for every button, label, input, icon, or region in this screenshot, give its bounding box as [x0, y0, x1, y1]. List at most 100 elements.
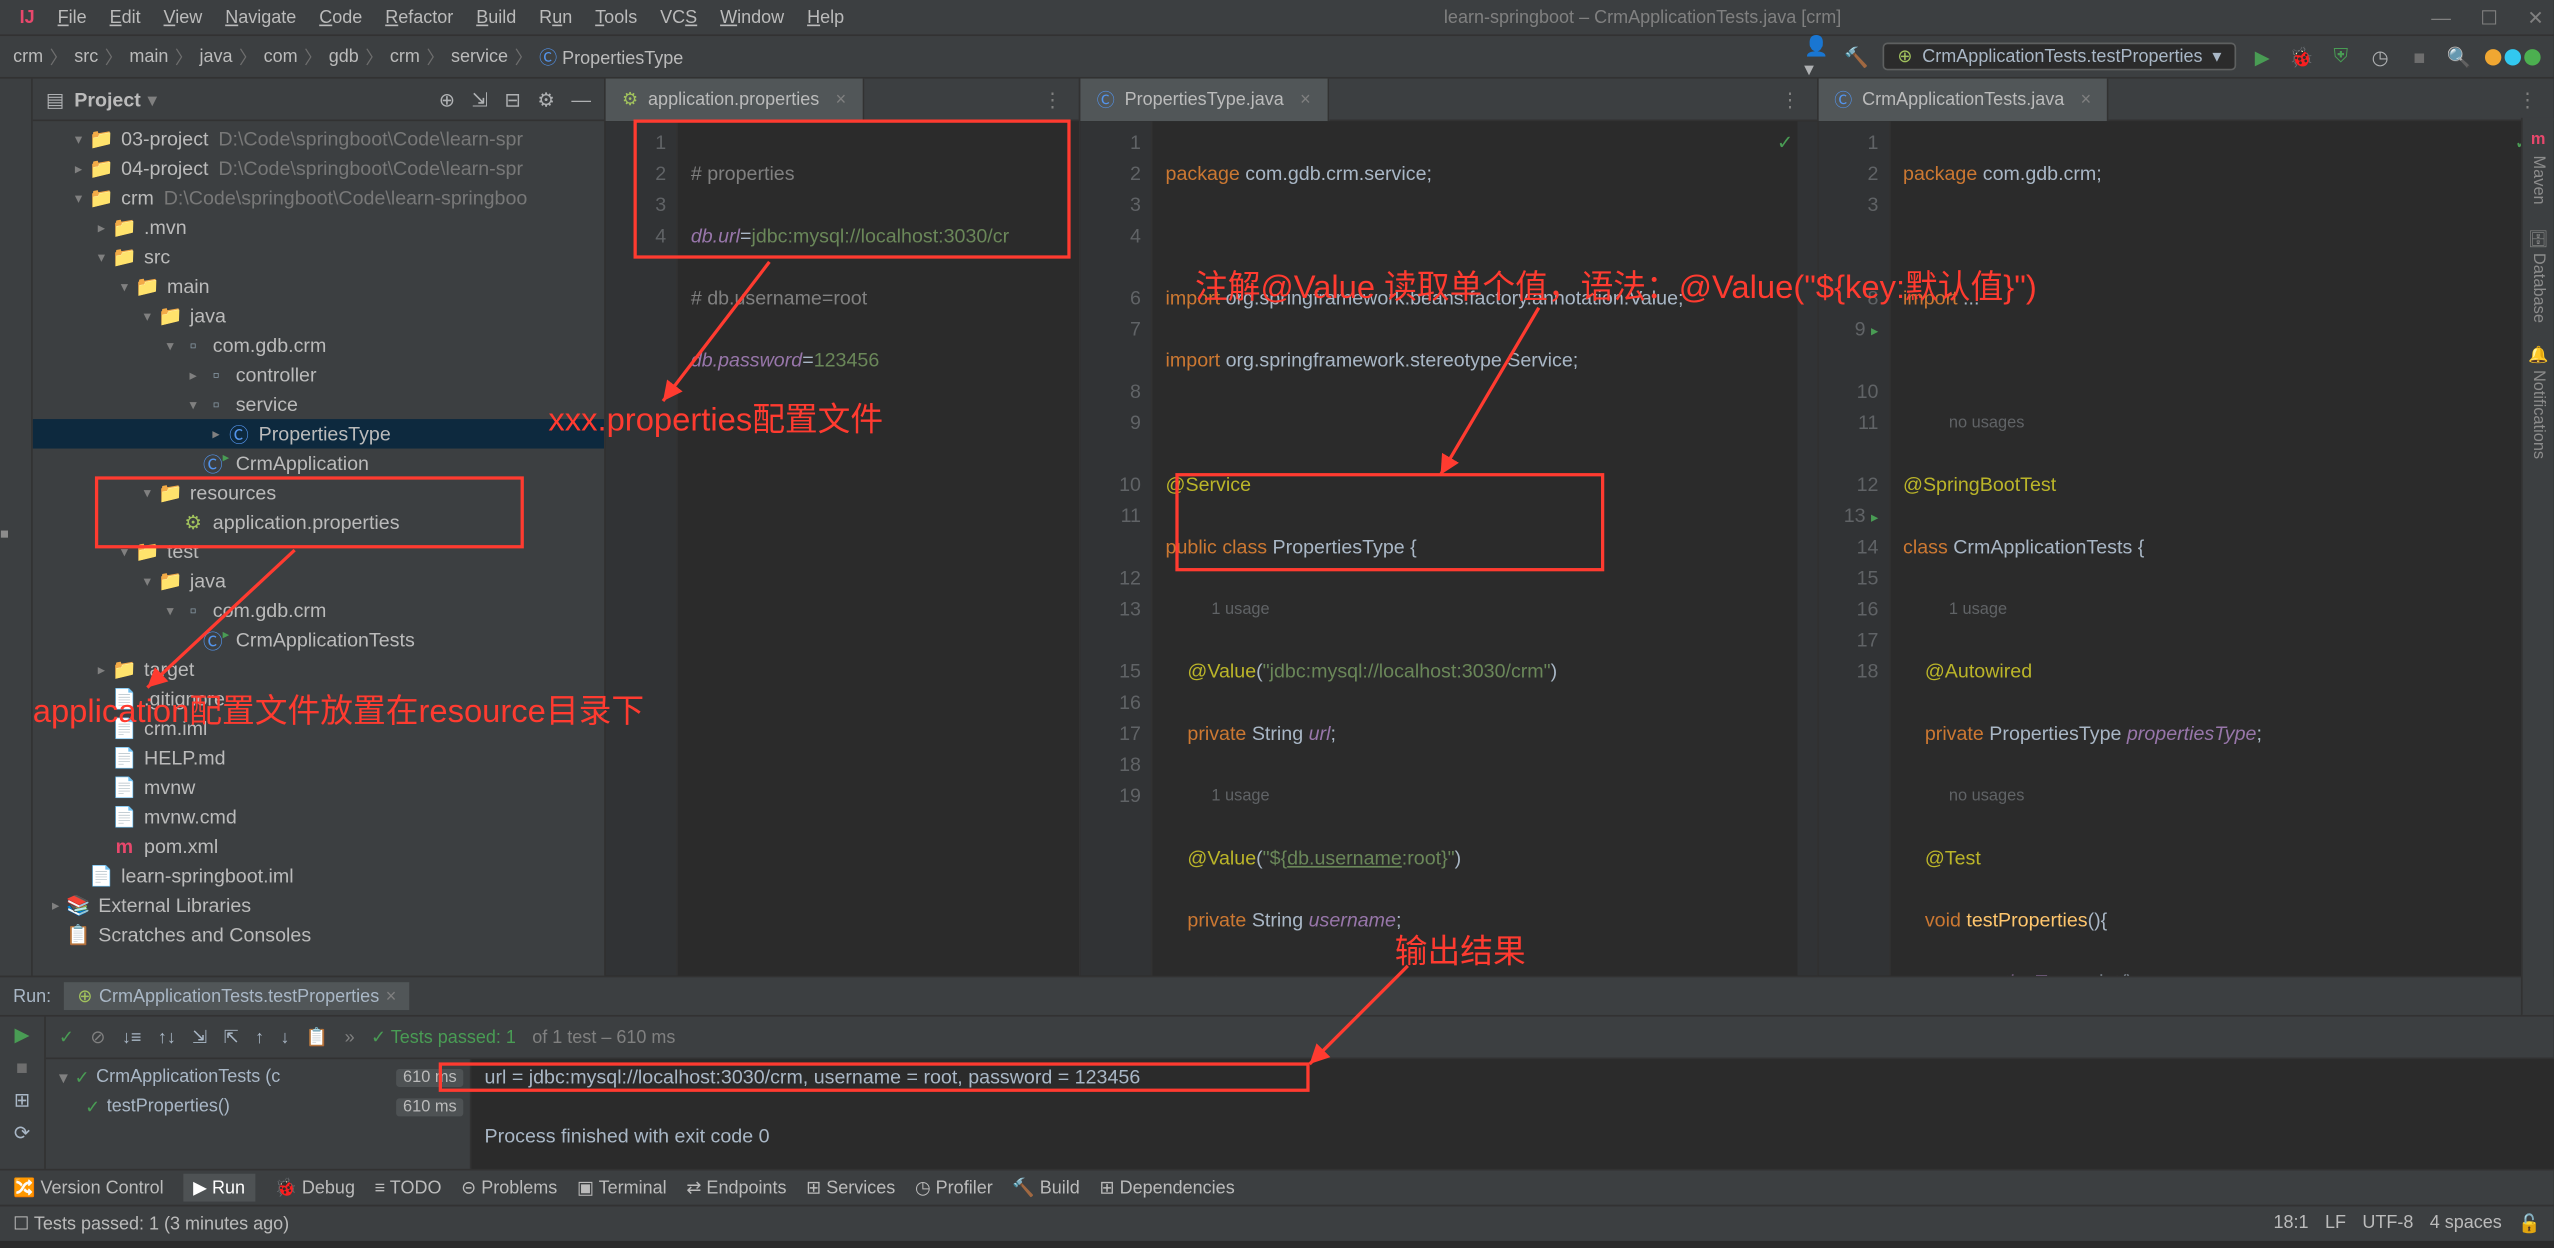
tree-row[interactable]: ▾📁java	[33, 301, 604, 330]
terminal-tab[interactable]: ▣ Terminal	[577, 1177, 667, 1198]
notifications-tool-button[interactable]: 🔔 Notifications	[2529, 346, 2547, 460]
collapse-all-icon[interactable]: ⊟	[504, 88, 520, 111]
debug-tab[interactable]: 🐞 Debug	[274, 1177, 354, 1198]
breadcrumb-item[interactable]: Ⓒ PropertiesType	[539, 43, 683, 69]
tree-row[interactable]: ▾📁java	[33, 566, 604, 595]
minimize-button[interactable]: —	[2431, 6, 2451, 29]
run-button[interactable]: ▶	[2249, 43, 2275, 69]
select-opened-icon[interactable]: ⊕	[439, 88, 455, 111]
collapse-icon[interactable]: ⇱	[224, 1026, 239, 1047]
tree-row[interactable]: ▾📁03-projectD:\Code\springboot\Code\lear…	[33, 124, 604, 153]
tree-row[interactable]: ▾📁resources	[33, 478, 604, 507]
tree-row[interactable]: ▾📁test	[33, 537, 604, 566]
test-tree-row[interactable]: ▾✓CrmApplicationTests (c610 ms	[52, 1062, 463, 1091]
profile-button[interactable]: ◷	[2367, 43, 2393, 69]
tree-row[interactable]: ▸▫controller	[33, 360, 604, 389]
tree-row[interactable]: 📄mvnw	[33, 773, 604, 802]
run-config-selector[interactable]: ⊕ CrmApplicationTests.testProperties ▾	[1883, 43, 2236, 71]
tree-row[interactable]: 📄.gitignore	[33, 684, 604, 713]
menu-window[interactable]: Window	[710, 4, 794, 30]
settings-icon[interactable]: ⚙	[537, 88, 555, 111]
code-with-me-icon[interactable]	[2485, 48, 2541, 64]
layout-icon[interactable]: ⊞	[14, 1089, 30, 1112]
user-icon[interactable]: 👤▾	[1804, 43, 1830, 69]
menu-navigate[interactable]: Navigate	[215, 4, 306, 30]
file-encoding[interactable]: UTF-8	[2362, 1213, 2413, 1234]
expand-icon[interactable]: ⇲	[192, 1026, 207, 1047]
tree-row[interactable]: 📄HELP.md	[33, 743, 604, 772]
tree-row[interactable]: 📋Scratches and Consoles	[33, 920, 604, 949]
pin-icon[interactable]: ⟳	[14, 1121, 30, 1144]
tab-menu-icon[interactable]: ⋮	[1764, 88, 1816, 111]
breadcrumb-item[interactable]: crm	[13, 47, 43, 67]
test-tree[interactable]: ▾✓CrmApplicationTests (c610 ms✓testPrope…	[46, 1059, 472, 1169]
sort-icon[interactable]: ↓≡	[122, 1027, 142, 1047]
tree-row[interactable]: ⚙application.properties	[33, 507, 604, 536]
tree-row[interactable]: 📄crm.iml	[33, 714, 604, 743]
run-tab-button[interactable]: ▶ Run	[183, 1174, 255, 1202]
test-fail-icon[interactable]: ⊘	[90, 1026, 105, 1047]
project-title[interactable]: Project	[74, 88, 141, 111]
tree-row[interactable]: ▾▫com.gdb.crm	[33, 596, 604, 625]
prev-icon[interactable]: ↑	[255, 1027, 264, 1047]
next-icon[interactable]: ↓	[280, 1027, 289, 1047]
editor-crmtests[interactable]: package com.gdb.crm; import ... no usage…	[1890, 121, 2534, 976]
menu-run[interactable]: Run	[529, 4, 582, 30]
project-tree[interactable]: ▾📁03-projectD:\Code\springboot\Code\lear…	[33, 121, 604, 976]
menu-code[interactable]: Code	[309, 4, 372, 30]
expand-all-icon[interactable]: ⇲	[472, 88, 488, 111]
problems-tab[interactable]: ⊝ Problems	[461, 1177, 557, 1198]
menu-build[interactable]: Build	[466, 4, 526, 30]
todo-tab[interactable]: ≡ TODO	[375, 1178, 442, 1198]
editor-propertiestype[interactable]: package com.gdb.crm.service; import org.…	[1152, 121, 1796, 976]
tree-row[interactable]: ▸📁.mvn	[33, 213, 604, 242]
tree-row[interactable]: Ⓒ▸CrmApplicationTests	[33, 625, 604, 654]
tab-menu-icon[interactable]: ⋮	[1026, 88, 1078, 111]
menu-vcs[interactable]: VCS	[650, 4, 707, 30]
tab-crmapplicationtests[interactable]: Ⓒ CrmApplicationTests.java ×	[1818, 78, 2109, 121]
breadcrumb-item[interactable]: gdb	[329, 47, 359, 67]
indent-info[interactable]: 4 spaces	[2430, 1213, 2502, 1234]
database-tool-button[interactable]: 🗄 Database	[2529, 228, 2547, 323]
close-button[interactable]: ✕	[2527, 6, 2543, 29]
tree-row[interactable]: ▸📁04-projectD:\Code\springboot\Code\lear…	[33, 154, 604, 183]
stop-button[interactable]: ■	[2406, 43, 2432, 69]
close-tab-icon[interactable]: ×	[1300, 89, 1311, 109]
hide-icon[interactable]: —	[571, 88, 591, 111]
search-icon[interactable]: 🔍	[2446, 43, 2472, 69]
dependencies-tab[interactable]: ⊞ Dependencies	[1099, 1177, 1234, 1198]
run-tab[interactable]: ⊕ CrmApplicationTests.testProperties ×	[64, 982, 409, 1010]
tree-row[interactable]: ▸ⒸPropertiesType	[33, 419, 604, 448]
maximize-button[interactable]: ☐	[2480, 6, 2498, 29]
close-tab-icon[interactable]: ×	[836, 89, 847, 109]
tree-row[interactable]: ▸📁target	[33, 655, 604, 684]
tree-row[interactable]: 📄mvnw.cmd	[33, 802, 604, 831]
tree-row[interactable]: mpom.xml	[33, 832, 604, 861]
build-icon[interactable]: 🔨	[1843, 43, 1869, 69]
tree-row[interactable]: ▾▫com.gdb.crm	[33, 331, 604, 360]
profiler-tab[interactable]: ◷ Profiler	[915, 1177, 993, 1198]
test-pass-icon[interactable]: ✓	[59, 1026, 74, 1047]
stop-icon[interactable]: ■	[16, 1056, 28, 1079]
endpoints-tab[interactable]: ⇄ Endpoints	[686, 1177, 786, 1198]
maven-tool-button[interactable]: m Maven	[2529, 131, 2547, 205]
tab-propertiestype[interactable]: Ⓒ PropertiesType.java ×	[1080, 78, 1328, 121]
menu-edit[interactable]: Edit	[100, 4, 151, 30]
tree-row[interactable]: ▾📁crmD:\Code\springboot\Code\learn-sprin…	[33, 183, 604, 212]
tab-menu-icon[interactable]: ⋮	[2501, 88, 2553, 111]
editor-properties[interactable]: # properties db.url=jdbc:mysql://localho…	[678, 121, 1079, 976]
debug-button[interactable]: 🐞	[2289, 43, 2315, 69]
build-tab[interactable]: 🔨 Build	[1012, 1177, 1079, 1198]
console-output[interactable]: url = jdbc:mysql://localhost:3030/crm, u…	[471, 1059, 2553, 1169]
tree-row[interactable]: 📄learn-springboot.iml	[33, 861, 604, 890]
breadcrumb-item[interactable]: crm	[390, 47, 420, 67]
caret-position[interactable]: 18:1	[2274, 1213, 2309, 1234]
tree-row[interactable]: ▾📁main	[33, 272, 604, 301]
breadcrumb-item[interactable]: main	[129, 47, 168, 67]
tree-row[interactable]: ▸📚External Libraries	[33, 891, 604, 920]
menu-file[interactable]: File	[48, 4, 97, 30]
menu-view[interactable]: View	[154, 4, 212, 30]
breadcrumb-item[interactable]: src	[74, 47, 98, 67]
menu-tools[interactable]: Tools	[585, 4, 647, 30]
export-icon[interactable]: 📋	[306, 1026, 328, 1047]
